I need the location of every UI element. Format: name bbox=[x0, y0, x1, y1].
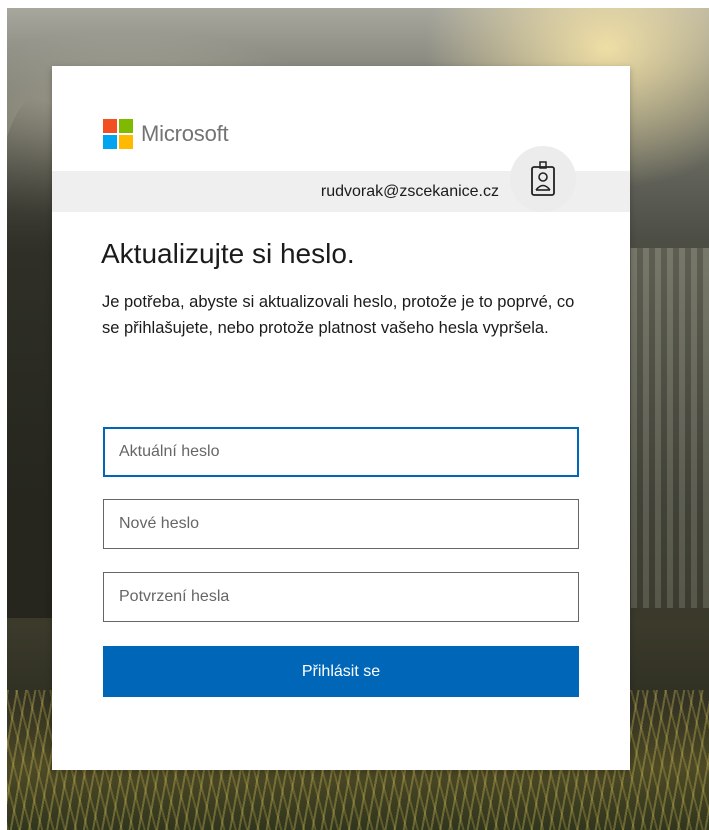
logo-square-blue bbox=[103, 135, 117, 149]
page-title: Aktualizujte si heslo. bbox=[101, 238, 355, 269]
avatar bbox=[510, 146, 576, 212]
microsoft-logo: Microsoft bbox=[103, 119, 229, 149]
current-password-input[interactable] bbox=[103, 427, 579, 477]
background-city bbox=[619, 248, 709, 608]
new-password-input[interactable] bbox=[103, 499, 579, 549]
sign-in-button[interactable]: Přihlásit se bbox=[103, 646, 579, 697]
identity-email: rudvorak@zscekanice.cz bbox=[320, 183, 499, 200]
page-description: Je potřeba, abyste si aktualizovali hesl… bbox=[102, 293, 575, 337]
microsoft-logo-icon bbox=[103, 119, 133, 149]
logo-square-green bbox=[119, 119, 133, 133]
badge-icon bbox=[531, 161, 555, 196]
sign-in-card: Microsoft rudvorak@zscekanice.cz Aktuali… bbox=[52, 66, 630, 770]
logo-square-red bbox=[103, 119, 117, 133]
logo-text: Microsoft bbox=[141, 121, 229, 146]
confirm-password-input[interactable] bbox=[103, 572, 579, 622]
logo-square-yellow bbox=[119, 135, 133, 149]
